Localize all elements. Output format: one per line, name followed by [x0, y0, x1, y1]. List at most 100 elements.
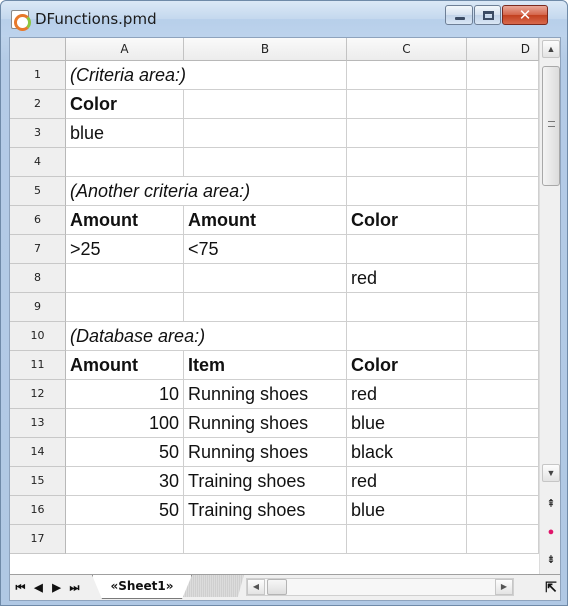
cell-d1[interactable] [467, 61, 539, 90]
cell-c5[interactable] [347, 177, 467, 206]
horizontal-scrollbar[interactable]: ◀ ▶ [246, 578, 514, 596]
scroll-right-button[interactable]: ▶ [495, 579, 513, 595]
cell-c2[interactable] [347, 90, 467, 119]
cell-d7[interactable] [467, 235, 539, 264]
cell-b2[interactable] [184, 90, 347, 119]
cell-c10[interactable] [347, 322, 467, 351]
cell-d2[interactable] [467, 90, 539, 119]
row-header[interactable]: 8 [10, 264, 66, 293]
cell-b10[interactable] [184, 322, 347, 351]
vertical-scroll-thumb[interactable] [542, 66, 560, 186]
row-header[interactable]: 7 [10, 235, 66, 264]
row-header[interactable]: 5 [10, 177, 66, 206]
cell-d5[interactable] [467, 177, 539, 206]
cell-b4[interactable] [184, 148, 347, 177]
cell-c7[interactable] [347, 235, 467, 264]
cell-d12[interactable] [467, 380, 539, 409]
cell-c1[interactable] [347, 61, 467, 90]
vertical-scrollbar[interactable]: ▲ ▼ ⇞ ● ⇟ [539, 38, 560, 574]
scroll-down-button[interactable]: ▼ [542, 464, 560, 482]
cell-d6[interactable] [467, 206, 539, 235]
cell-a7[interactable]: >25 [66, 235, 184, 264]
cell-c17[interactable] [347, 525, 467, 554]
cell-b17[interactable] [184, 525, 347, 554]
cell-a3[interactable]: blue [66, 119, 184, 148]
cell-d13[interactable] [467, 409, 539, 438]
cell-a14[interactable]: 50 [66, 438, 184, 467]
cell-a5[interactable]: (Another criteria area:) [66, 177, 250, 206]
row-header[interactable]: 2 [10, 90, 66, 119]
cell-a16[interactable]: 50 [66, 496, 184, 525]
page-down-icon[interactable]: ⇟ [543, 552, 559, 568]
row-header[interactable]: 12 [10, 380, 66, 409]
cell-a9[interactable] [66, 293, 184, 322]
column-header-d[interactable]: D [467, 38, 539, 61]
cell-b16[interactable]: Training shoes [184, 496, 347, 525]
select-all-corner[interactable] [10, 38, 66, 61]
cell-c8[interactable]: red [347, 264, 467, 293]
tab-sheet1[interactable]: «Sheet1» [92, 575, 192, 599]
cell-d16[interactable] [467, 496, 539, 525]
cell-c13[interactable]: blue [347, 409, 467, 438]
cell-c14[interactable]: black [347, 438, 467, 467]
row-header[interactable]: 4 [10, 148, 66, 177]
row-header[interactable]: 11 [10, 351, 66, 380]
maximize-button[interactable] [474, 5, 501, 25]
cell-b1[interactable] [184, 61, 347, 90]
cell-b15[interactable]: Training shoes [184, 467, 347, 496]
cell-a13[interactable]: 100 [66, 409, 184, 438]
cell-a10[interactable]: (Database area:) [66, 322, 205, 351]
cell-c3[interactable] [347, 119, 467, 148]
cell-a15[interactable]: 30 [66, 467, 184, 496]
cell-b3[interactable] [184, 119, 347, 148]
first-sheet-button[interactable]: ⏮ [12, 580, 29, 596]
cell-c15[interactable]: red [347, 467, 467, 496]
row-header[interactable]: 1 [10, 61, 66, 90]
cell-a17[interactable] [66, 525, 184, 554]
close-button[interactable]: ✕ [502, 5, 548, 25]
row-header[interactable]: 15 [10, 467, 66, 496]
cell-b12[interactable]: Running shoes [184, 380, 347, 409]
cell-a1[interactable]: (Criteria area:) [66, 61, 186, 90]
cell-a8[interactable] [66, 264, 184, 293]
cell-b14[interactable]: Running shoes [184, 438, 347, 467]
column-header-c[interactable]: C [347, 38, 467, 61]
row-header[interactable]: 9 [10, 293, 66, 322]
cell-b7[interactable]: <75 [184, 235, 347, 264]
scroll-left-button[interactable]: ◀ [247, 579, 265, 595]
column-header-b[interactable]: B [184, 38, 347, 61]
page-up-icon[interactable]: ⇞ [543, 496, 559, 512]
cell-d8[interactable] [467, 264, 539, 293]
row-header[interactable]: 3 [10, 119, 66, 148]
cell-c4[interactable] [347, 148, 467, 177]
horizontal-scroll-thumb[interactable] [267, 579, 287, 595]
cell-d11[interactable] [467, 351, 539, 380]
cell-c6[interactable]: Color [347, 206, 467, 235]
scroll-up-button[interactable]: ▲ [542, 40, 560, 58]
cell-d10[interactable] [467, 322, 539, 351]
cell-b8[interactable] [184, 264, 347, 293]
cell-a2[interactable]: Color [66, 90, 184, 119]
cell-d9[interactable] [467, 293, 539, 322]
row-header[interactable]: 14 [10, 438, 66, 467]
cell-c12[interactable]: red [347, 380, 467, 409]
row-header[interactable]: 10 [10, 322, 66, 351]
cell-b11[interactable]: Item [184, 351, 347, 380]
cell-a12[interactable]: 10 [66, 380, 184, 409]
cell-c16[interactable]: blue [347, 496, 467, 525]
last-sheet-button[interactable]: ⏭ [66, 580, 83, 596]
row-header[interactable]: 6 [10, 206, 66, 235]
new-sheet-tab[interactable] [182, 575, 244, 597]
row-header[interactable]: 13 [10, 409, 66, 438]
cell-d3[interactable] [467, 119, 539, 148]
cell-d4[interactable] [467, 148, 539, 177]
next-sheet-button[interactable]: ▶ [48, 580, 65, 596]
row-header[interactable]: 16 [10, 496, 66, 525]
cell-d14[interactable] [467, 438, 539, 467]
cell-a6[interactable]: Amount [66, 206, 184, 235]
cell-b6[interactable]: Amount [184, 206, 347, 235]
navigator-dot-icon[interactable]: ● [543, 524, 559, 540]
cell-d17[interactable] [467, 525, 539, 554]
split-corner-icon[interactable]: ⇱ [542, 578, 560, 596]
row-header[interactable]: 17 [10, 525, 66, 554]
